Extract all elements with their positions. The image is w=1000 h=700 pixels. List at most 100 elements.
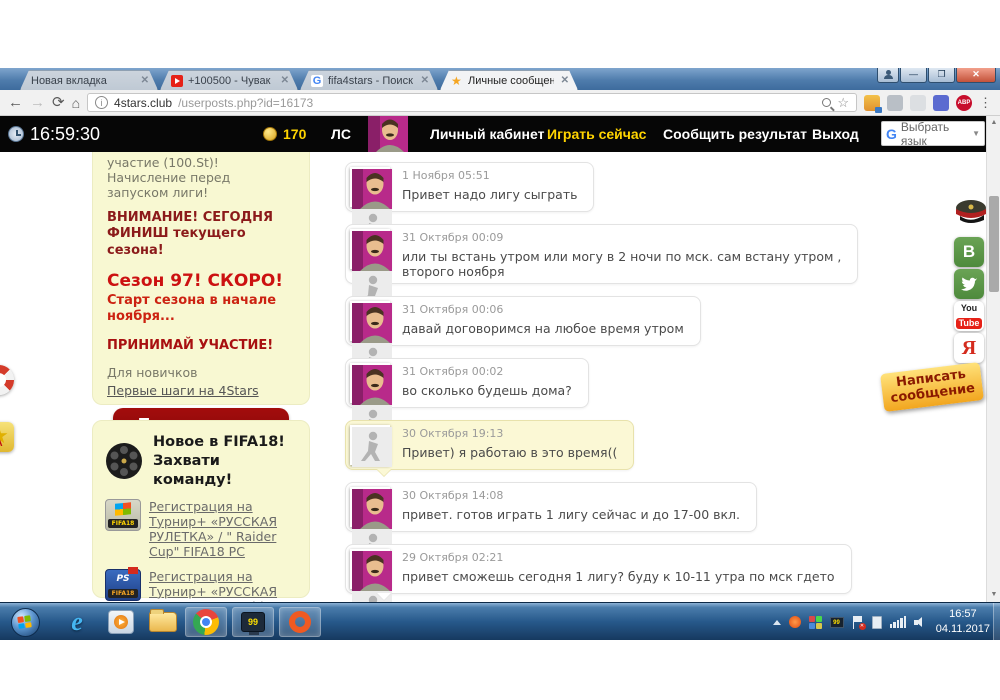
media-player-icon[interactable] (100, 607, 142, 637)
taskbar-clock[interactable]: 16:57 04.11.2017 (936, 607, 990, 637)
clock-icon (8, 126, 24, 142)
sender-avatar[interactable] (350, 487, 390, 527)
system-tray: 99 ✕ (773, 603, 929, 641)
adblock-icon[interactable]: ABP (956, 95, 972, 111)
extension-icon-4[interactable] (933, 95, 949, 111)
address-bar[interactable]: i 4stars.club/userposts.php?id=16173 ☆ (87, 93, 857, 112)
fifa-99-app-icon[interactable]: 99 (232, 607, 274, 637)
profile-button[interactable] (877, 68, 899, 83)
message-date: 30 Октября 14:08 (402, 489, 740, 502)
window-controls: — ❐ ✕ (876, 68, 996, 83)
sender-avatar[interactable] (350, 425, 390, 465)
hidden-icons-arrow[interactable] (773, 620, 781, 625)
tab-youtube[interactable]: +100500 - Чувак Спали ✕ (160, 70, 298, 90)
participate-call: ПРИНИМАЙ УЧАСТИЕ! (107, 338, 295, 353)
fifa18-promo-box: Новое в FIFA18! Захвати команду! FIFA18 … (92, 420, 310, 598)
scroll-down-arrow[interactable]: ▼ (987, 588, 1000, 602)
tab-close-icon[interactable]: ✕ (419, 75, 431, 86)
tab-title: Новая вкладка (31, 75, 134, 87)
chevron-down-icon: ▼ (972, 129, 980, 138)
chrome-taskbar-icon[interactable] (185, 607, 227, 637)
private-messages-link[interactable]: ЛС (331, 116, 351, 152)
scroll-up-arrow[interactable]: ▲ (987, 116, 1000, 130)
page-info-icon[interactable]: i (95, 96, 108, 109)
windows-taskbar: e 99 99 ✕ 16:57 04.11.2017 (0, 602, 1000, 640)
message-text: Привет надо лигу сыграть (402, 187, 577, 202)
network-signal-icon[interactable] (890, 616, 907, 628)
sender-avatar[interactable] (350, 301, 390, 341)
minimize-button[interactable]: — (900, 68, 927, 83)
yandex-icon[interactable]: Я (954, 333, 984, 363)
action-center-flag-icon[interactable]: ✕ (852, 616, 864, 629)
sender-avatar[interactable] (350, 167, 390, 207)
reload-button[interactable]: ⟳ (52, 95, 65, 110)
first-steps-link[interactable]: Первые шаги на 4Stars (107, 383, 259, 398)
origin-app-icon[interactable] (279, 607, 321, 637)
extension-icon-1[interactable] (864, 95, 880, 111)
back-button[interactable]: ← (8, 95, 23, 110)
browser-window: Новая вкладка ✕ +100500 - Чувак Спали ✕ … (0, 68, 1000, 602)
browser-menu-icon[interactable]: ⋮ (979, 96, 992, 109)
star-rating-icon[interactable]: ★ (0, 422, 14, 452)
zoom-icon[interactable] (822, 98, 831, 107)
origin-tray-icon[interactable] (789, 616, 801, 628)
tab-google-search[interactable]: G fifa4stars - Поиск в Goo ✕ (300, 70, 438, 90)
nav-personal-cabinet[interactable]: Личный кабинет (430, 116, 544, 152)
extension-icon-3[interactable] (910, 95, 926, 111)
vk-icon[interactable]: B (954, 237, 984, 267)
season-announcement-box: участие (100.St)! Начисление перед запус… (92, 152, 310, 405)
message-text: привет сможешь сегодня 1 лигу? буду к 10… (402, 569, 835, 584)
message-bubble[interactable]: 31 Октября 00:09 или ты встань утром или… (345, 224, 858, 284)
start-button[interactable] (8, 607, 42, 637)
extension-icon-2[interactable] (887, 95, 903, 111)
home-button[interactable]: ⌂ (72, 95, 80, 111)
tab-messages-active[interactable]: ★ Личные сообщения ge ✕ (440, 70, 578, 90)
scrollbar-thumb[interactable] (989, 196, 999, 292)
tray-monitor-99-icon[interactable]: 99 (830, 617, 844, 628)
server-time: 16:59:30 (8, 116, 100, 152)
youtube-icon[interactable]: YouTube (954, 301, 984, 331)
tray-document-icon[interactable] (872, 616, 882, 629)
forward-button[interactable]: → (30, 95, 45, 110)
bookmark-star-icon[interactable]: ☆ (837, 95, 849, 111)
nav-play-now[interactable]: Играть сейчас (547, 116, 646, 152)
tab-close-icon[interactable]: ✕ (139, 75, 151, 86)
military-cap-icon[interactable] (954, 195, 984, 229)
sender-avatar[interactable] (350, 549, 390, 589)
page-viewport: 16:59:30 170 ЛС Личный кабинет Играть се… (0, 116, 1000, 602)
star-favicon: ★ (451, 75, 463, 87)
register-ps4-link[interactable]: Регистрация на Турнир+ «РУССКАЯ РУЛЕТКА»… (149, 569, 297, 602)
show-desktop-button[interactable] (993, 603, 1000, 641)
message-bubble[interactable]: 30 Октября 19:13 Привет) я работаю в это… (345, 420, 634, 470)
tab-title: +100500 - Чувак Спали (188, 75, 274, 87)
language-selector[interactable]: G Выбрать язык ▼ (881, 121, 985, 146)
message-bubble[interactable]: 1 Ноября 05:51 Привет надо лигу сыграть (345, 162, 594, 212)
lifebuoy-icon[interactable] (0, 365, 14, 395)
internet-explorer-icon[interactable]: e (56, 607, 98, 637)
tray-app-icon[interactable] (809, 616, 822, 629)
message-bubble[interactable]: 31 Октября 00:02 во сколько будешь дома? (345, 358, 589, 408)
register-pc-link[interactable]: Регистрация на Турнир+ «РУССКАЯ РУЛЕТКА»… (149, 499, 297, 560)
message-bubble[interactable]: 31 Октября 00:06 давай договоримся на лю… (345, 296, 701, 346)
volume-icon[interactable] (914, 616, 928, 629)
message-text: привет. готов играть 1 лигу сейчас и до … (402, 507, 740, 522)
tab-close-icon[interactable]: ✕ (279, 75, 291, 86)
message-bubble[interactable]: 29 Октября 02:21 привет сможешь сегодня … (345, 544, 852, 594)
nav-report-result[interactable]: Сообщить результат (663, 116, 807, 152)
tab-strip: Новая вкладка ✕ +100500 - Чувак Спали ✕ … (0, 68, 1000, 90)
twitter-icon[interactable] (954, 269, 984, 299)
sender-avatar[interactable] (350, 229, 390, 269)
tab-title: fifa4stars - Поиск в Goo (328, 75, 414, 87)
sender-avatar[interactable] (350, 363, 390, 403)
tab-close-icon[interactable]: ✕ (559, 75, 571, 86)
tab-new-tab[interactable]: Новая вкладка ✕ (20, 70, 158, 90)
page-scrollbar[interactable]: ▲ ▼ (986, 116, 1000, 602)
close-button[interactable]: ✕ (956, 68, 996, 83)
user-avatar[interactable] (368, 116, 408, 152)
google-translate-icon: G (886, 126, 897, 142)
message-date: 1 Ноября 05:51 (402, 169, 577, 182)
message-bubble[interactable]: 30 Октября 14:08 привет. готов играть 1 … (345, 482, 757, 532)
maximize-button[interactable]: ❐ (928, 68, 955, 83)
file-explorer-icon[interactable] (142, 607, 184, 637)
nav-logout[interactable]: Выход (812, 116, 859, 152)
